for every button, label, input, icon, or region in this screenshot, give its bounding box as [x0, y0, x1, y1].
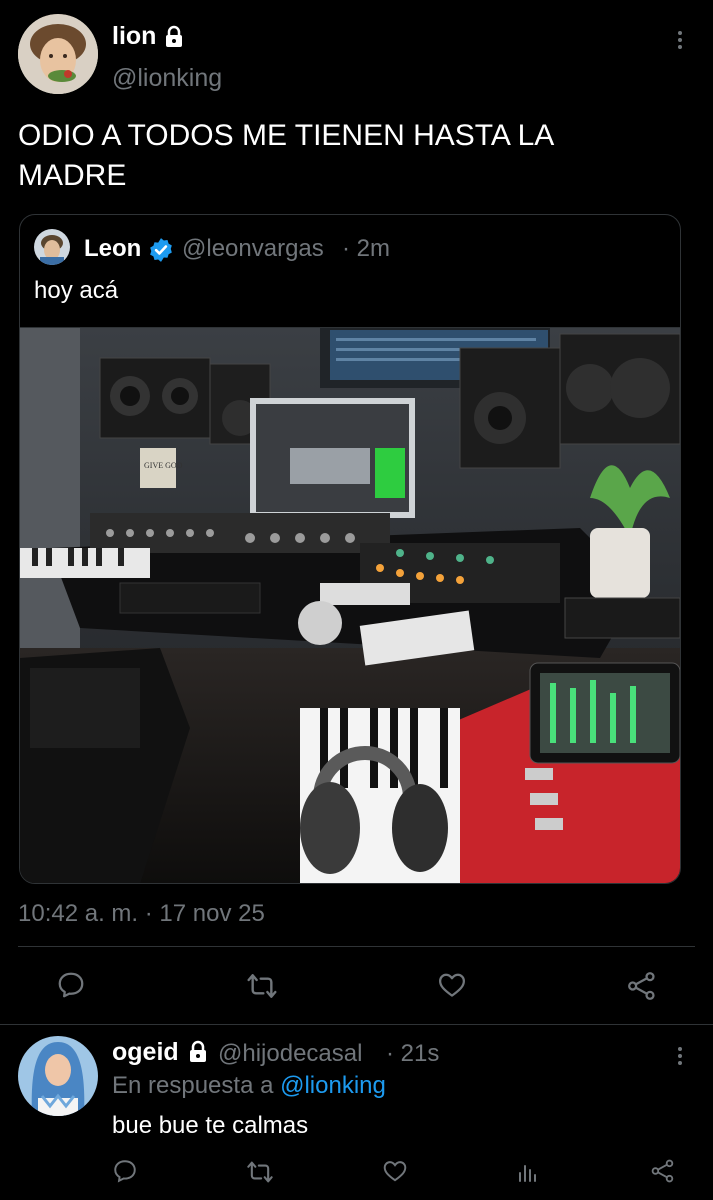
reply-author-name[interactable]: ogeid	[112, 1038, 179, 1067]
author-avatar[interactable]	[18, 14, 98, 94]
reply-context: En respuesta a @lionking	[112, 1072, 386, 1100]
studio-photo[interactable]: GIVE GOD	[20, 327, 680, 883]
reply-icon	[58, 972, 84, 998]
share-icon	[628, 972, 655, 1000]
tweet-text: ODIO A TODOS ME TIENEN HASTA LA MADRE	[18, 119, 553, 192]
reply-author-avatar[interactable]	[18, 1036, 98, 1116]
views-icon	[519, 1165, 536, 1182]
lock-icon	[190, 1040, 206, 1062]
reply-author-handle[interactable]: @hijodecasal	[218, 1040, 362, 1068]
more-icon[interactable]	[670, 1044, 690, 1068]
reply-prefix: En respuesta a	[112, 1072, 274, 1099]
more-icon[interactable]	[670, 28, 690, 52]
reply-share-button[interactable]	[650, 1158, 676, 1184]
quoted-text: hoy acá	[34, 277, 119, 304]
quoted-author-avatar	[34, 229, 70, 265]
retweet-button[interactable]	[246, 972, 278, 1000]
like-button[interactable]	[437, 970, 467, 1000]
quoted-time: · 2m	[342, 235, 390, 262]
quoted-tweet-card[interactable]: Leon @leonvargas · 2m hoy acá GIVE GOD	[19, 214, 681, 884]
author-handle[interactable]: @lionking	[112, 64, 222, 93]
quoted-author-name: Leon	[84, 235, 142, 262]
retweet-icon	[247, 974, 277, 998]
quoted-author-handle: @leonvargas	[182, 235, 324, 262]
tweet-timestamp: 10:42 a. m. · 17 nov 25	[18, 900, 265, 927]
reply-text: bue bue te calmas	[112, 1112, 309, 1139]
reply-reply-button[interactable]	[112, 1158, 138, 1184]
reply-time: · 21s	[386, 1040, 440, 1067]
give-god-sign: GIVE GOD	[144, 461, 183, 470]
share-button[interactable]	[626, 970, 658, 1002]
reply-to-link[interactable]: @lionking	[280, 1072, 386, 1099]
reply-like-button[interactable]	[382, 1158, 408, 1184]
reply-retweet-button[interactable]	[246, 1160, 274, 1184]
retweet-icon	[247, 1161, 273, 1183]
share-icon	[651, 1159, 674, 1183]
like-icon	[383, 1161, 407, 1182]
reply-button[interactable]	[56, 970, 86, 1000]
author-name[interactable]: lion	[112, 22, 156, 51]
divider	[18, 946, 695, 947]
reply-icon	[114, 1160, 136, 1183]
divider	[0, 1024, 713, 1025]
verified-icon	[150, 238, 172, 262]
lock-icon	[166, 25, 182, 47]
reply-views-button[interactable]	[516, 1160, 540, 1184]
like-icon	[439, 973, 465, 997]
